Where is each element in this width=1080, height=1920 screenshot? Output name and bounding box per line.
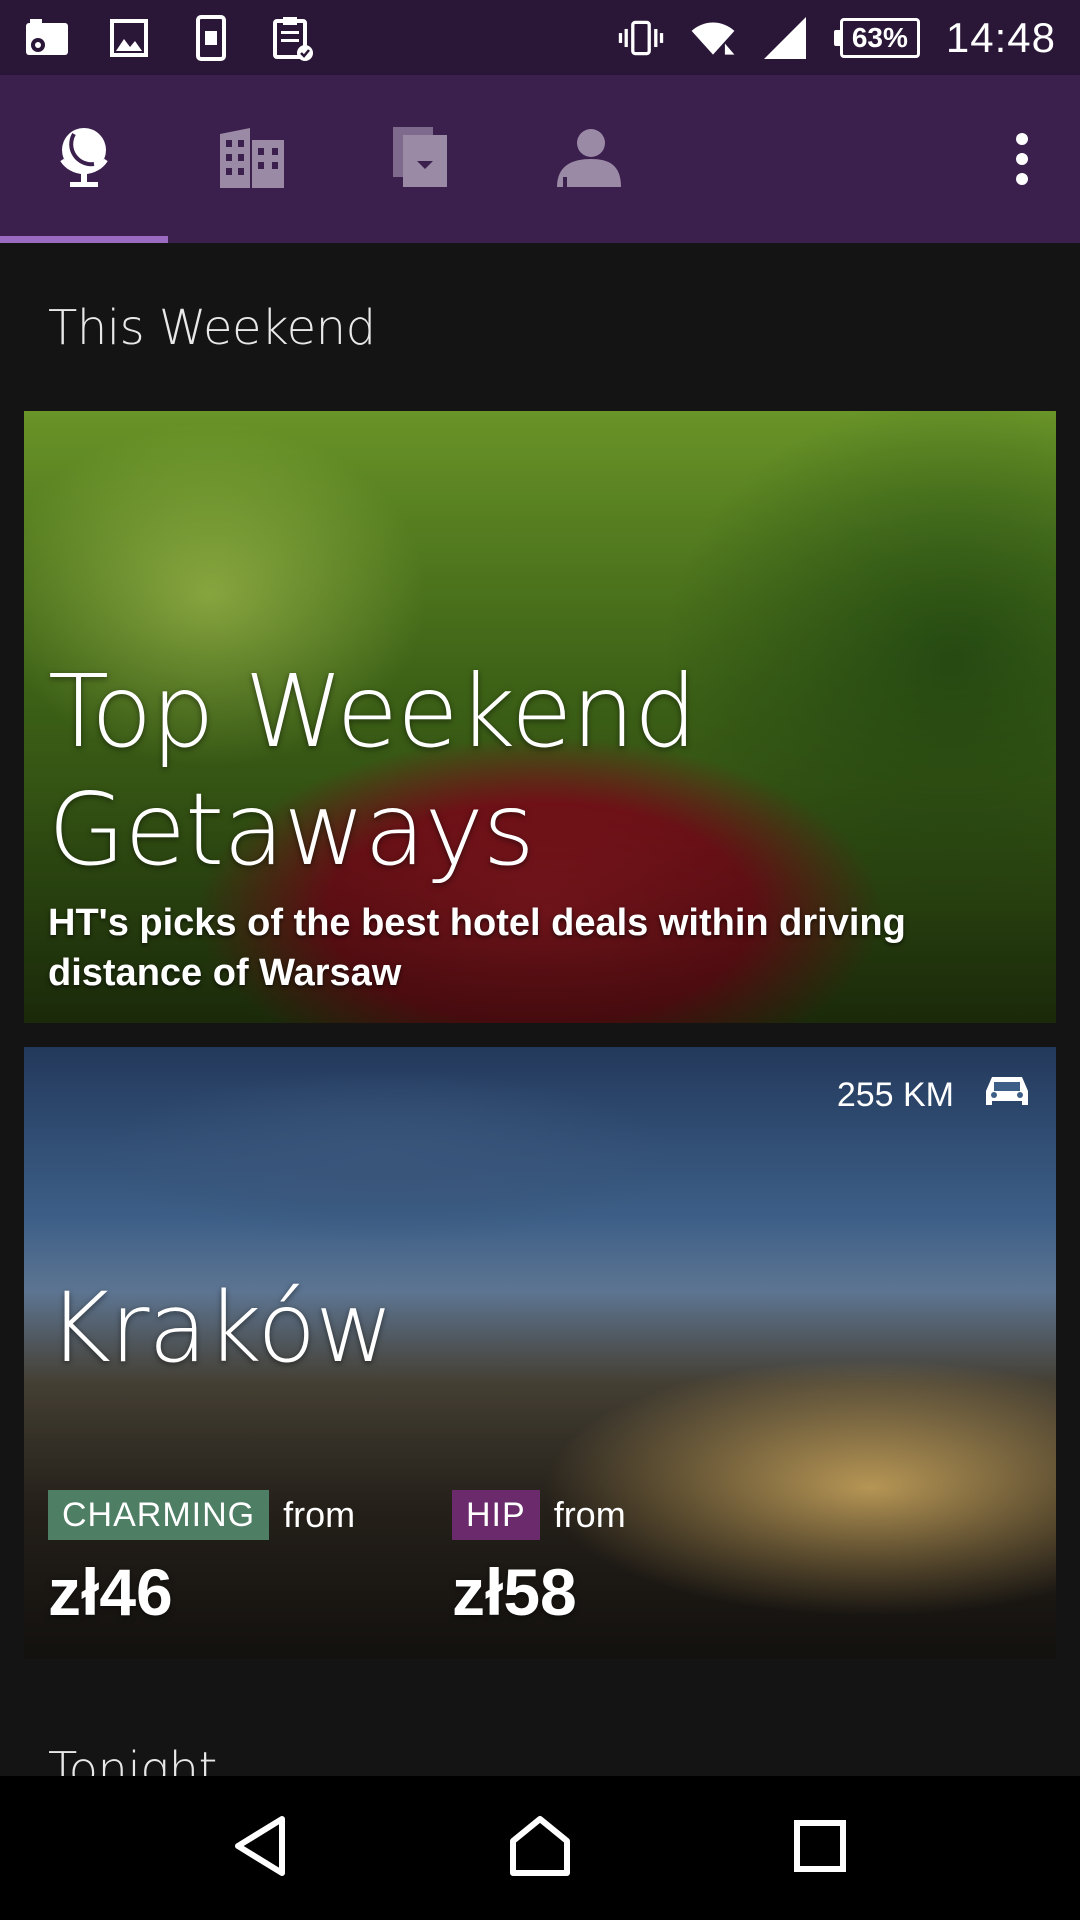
globe-icon	[54, 124, 114, 195]
from-label: from	[283, 1494, 356, 1535]
vibrate-icon	[618, 15, 664, 61]
status-bar: 63% 14:48	[0, 0, 1080, 75]
clipboard-check-icon	[270, 15, 316, 61]
city-name: Kraków	[48, 1272, 394, 1384]
section-title-weekend: This Weekend	[48, 300, 376, 356]
booking-icon	[391, 125, 449, 194]
person-icon	[553, 127, 623, 192]
back-icon	[232, 1815, 288, 1882]
wifi-icon	[690, 15, 736, 61]
photo-notification-icon	[24, 15, 70, 61]
tab-profile[interactable]	[504, 75, 672, 243]
tab-explore[interactable]	[0, 75, 168, 243]
badge-charming: CHARMING	[48, 1490, 270, 1540]
price-charming: zł46	[48, 1555, 173, 1629]
image-icon	[106, 15, 152, 61]
tab-bar	[0, 75, 1080, 243]
overflow-menu-icon[interactable]	[974, 75, 1070, 243]
deal-hip[interactable]: HIP from zł58	[452, 1490, 626, 1630]
city-card[interactable]: 255 KM Kraków CHARMING from zł46 HIP fro…	[24, 1047, 1056, 1659]
price-hip: zł58	[452, 1555, 577, 1629]
badge-hip: HIP	[452, 1490, 540, 1540]
clock: 14:48	[945, 13, 1056, 61]
feature-title: Top Weekend Getaways	[48, 653, 697, 888]
recents-button[interactable]	[760, 1788, 880, 1908]
navigation-bar	[0, 1776, 1080, 1920]
deal-charming[interactable]: CHARMING from zł46	[48, 1490, 355, 1630]
feature-card[interactable]: Top Weekend Getaways HT's picks of the b…	[24, 411, 1056, 1023]
car-icon	[984, 1073, 1030, 1118]
recents-icon	[794, 1819, 846, 1877]
signal-icon	[762, 15, 808, 61]
phone-icon	[188, 14, 234, 61]
home-button[interactable]	[480, 1788, 600, 1908]
distance-indicator: 255 KM	[837, 1073, 1030, 1118]
back-button[interactable]	[200, 1788, 320, 1908]
building-icon	[218, 126, 286, 193]
tab-bookings[interactable]	[336, 75, 504, 243]
tab-indicator	[0, 236, 168, 243]
battery-percent: 63%	[839, 17, 920, 58]
feature-subtitle: HT's picks of the best hotel deals withi…	[48, 902, 906, 994]
tab-hotels[interactable]	[168, 75, 336, 243]
battery-icon: 63%	[833, 16, 920, 60]
from-label: from	[553, 1494, 626, 1535]
home-icon	[509, 1815, 571, 1882]
distance-label: 255 KM	[836, 1076, 954, 1114]
